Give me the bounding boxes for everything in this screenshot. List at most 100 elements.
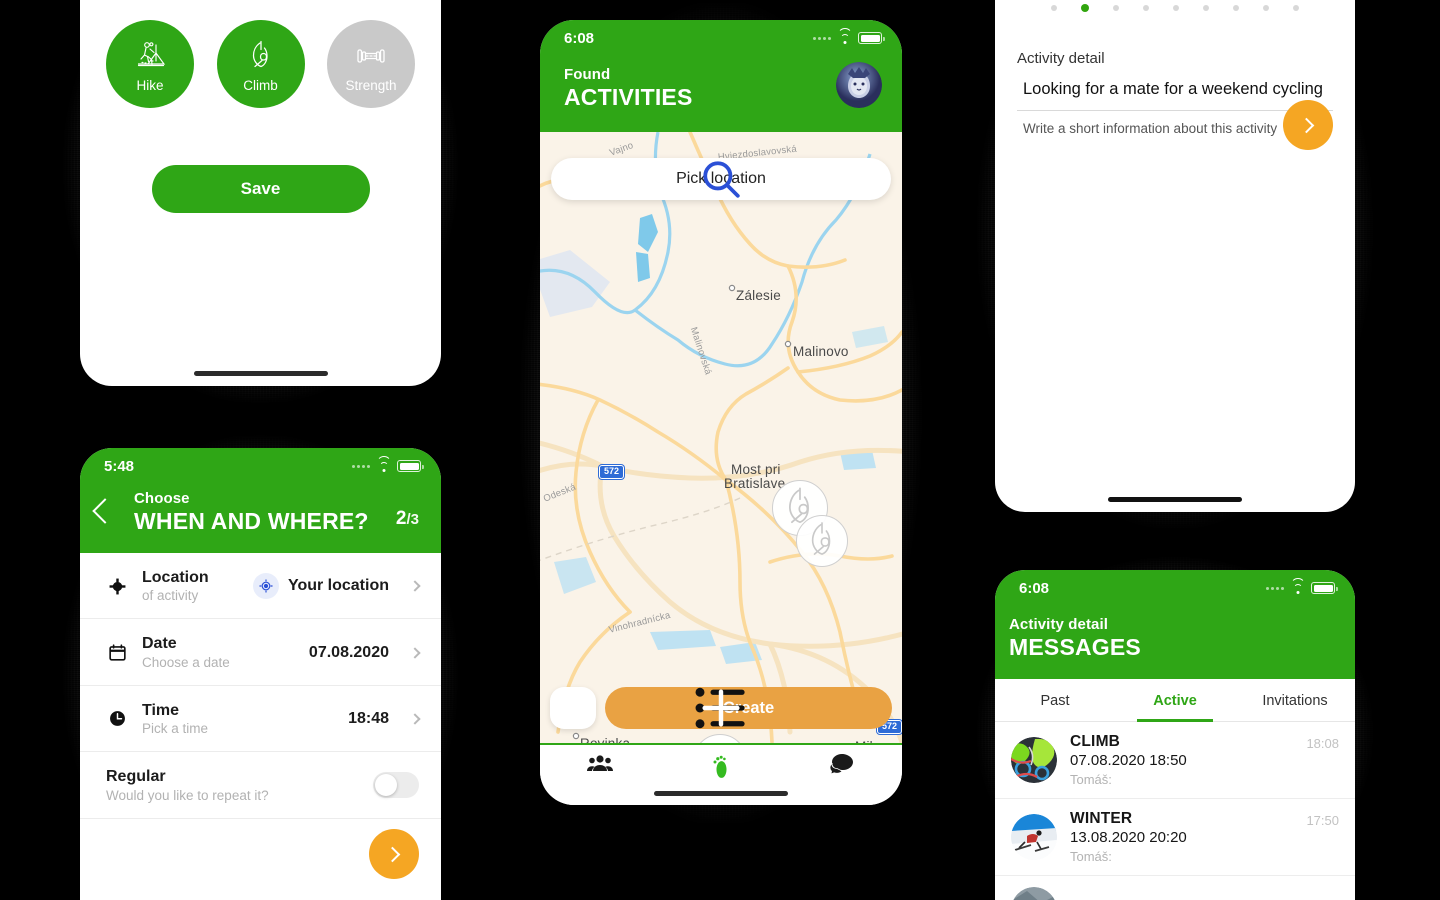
row-title: Regular — [106, 768, 166, 786]
message-sender: Tomáš: — [1070, 849, 1112, 864]
regular-toggle[interactable] — [373, 772, 419, 799]
plus-icon — [702, 689, 740, 727]
message-row[interactable]: CLIMB 07.08.2020 18:50 Tomáš: 18:08 — [995, 722, 1355, 799]
search-location-bar[interactable]: Pick location — [551, 158, 891, 200]
step-dot — [1233, 5, 1239, 11]
message-time: 18:08 — [1306, 736, 1339, 751]
map-action-bar: Create — [550, 687, 892, 729]
home-indicator — [1108, 497, 1242, 502]
row-regular[interactable]: Regular Would you like to repeat it? — [80, 752, 441, 819]
chevron-right-icon — [409, 713, 421, 725]
row-subtitle: Choose a date — [142, 654, 230, 670]
step-dot — [1081, 4, 1089, 12]
chevron-right-icon — [409, 580, 421, 592]
status-bar: 6:08 — [995, 570, 1355, 606]
category-label: Hike — [136, 77, 164, 93]
tab-active[interactable]: Active — [1115, 679, 1235, 722]
target-location-icon — [252, 573, 279, 600]
bike-photo — [1011, 887, 1057, 900]
map-canvas[interactable]: Vajno Hviezdoslavovská Zálesie Malinovská Ma… — [540, 132, 902, 743]
category-hike[interactable]: Hike — [106, 20, 194, 108]
status-time: 6:08 — [1019, 579, 1050, 597]
phone-when-and-where-screen: 5:48 Choose WHEN AND WHERE? 2/3 Location… — [80, 448, 441, 900]
save-button[interactable]: Save — [151, 165, 370, 213]
category-climb[interactable]: Climb — [216, 20, 305, 108]
message-sender: Tomáš: — [1070, 772, 1112, 787]
location-pin-icon — [106, 575, 128, 597]
status-time: 5:48 — [104, 457, 135, 475]
step-dot — [1293, 5, 1299, 11]
page-title: ACTIVITIES — [564, 84, 693, 110]
messages-header: 6:08 Activity detail MESSAGES — [995, 570, 1355, 679]
header-kicker: Found — [564, 66, 611, 83]
message-row[interactable]: BIKE — [995, 876, 1355, 900]
row-date[interactable]: Date Choose a date 07.08.2020 — [80, 619, 441, 686]
when-where-header: 5:48 Choose WHEN AND WHERE? 2/3 — [80, 448, 441, 553]
step-indicator: 2/3 — [396, 508, 419, 530]
battery-icon — [858, 32, 885, 44]
carabiner-icon — [811, 522, 831, 555]
messages-tabs: Past Active Invitations — [995, 679, 1355, 722]
map-marker-hike[interactable] — [693, 734, 747, 743]
message-title: CLIMB — [1070, 733, 1121, 750]
row-value: 18:48 — [348, 709, 389, 727]
road-shield: 572 — [599, 465, 625, 479]
step-current: 2 — [395, 508, 407, 529]
create-activity-button[interactable]: Create — [605, 687, 892, 729]
carabiner-icon — [252, 40, 268, 67]
hiker-icon — [137, 41, 166, 66]
chevron-right-icon — [384, 846, 400, 862]
tab-people[interactable] — [540, 754, 661, 772]
calendar-icon — [106, 642, 128, 664]
yeti-avatar[interactable] — [836, 62, 882, 108]
phone-categories-screen: Winter Water Racquet — [80, 0, 441, 386]
battery-icon — [1311, 582, 1338, 594]
next-arrow-button[interactable] — [369, 829, 419, 879]
step-dot — [1173, 5, 1179, 11]
next-arrow-button[interactable] — [1283, 100, 1333, 150]
row-subtitle: of activity — [142, 588, 199, 604]
search-icon[interactable] — [551, 158, 891, 200]
page-title: WHEN AND WHERE? — [134, 508, 369, 534]
chevron-right-icon — [1298, 117, 1314, 133]
category-strength[interactable]: Strength — [327, 20, 415, 108]
tab-messages[interactable] — [781, 754, 902, 776]
status-bar: 5:48 — [80, 448, 441, 484]
row-value: 07.08.2020 — [308, 643, 389, 661]
category-label: Climb — [243, 77, 278, 93]
step-dot — [1263, 5, 1269, 11]
step-dot — [1113, 5, 1119, 11]
row-subtitle: Pick a time — [142, 721, 209, 737]
dumbbell-icon — [357, 48, 385, 63]
chat-icon — [829, 754, 853, 775]
message-time: 17:50 — [1306, 813, 1339, 828]
activity-detail-label: Activity detail — [1017, 50, 1105, 67]
row-location[interactable]: Location of activity Your location — [80, 553, 441, 620]
phone-map-screen: 6:08 Found ACTIVITIES Vajno Hviezdoslavo… — [540, 20, 902, 805]
row-value: Your location — [287, 577, 389, 595]
home-indicator — [193, 371, 328, 376]
step-dots — [995, 0, 1355, 12]
map-shield-layer: 572 572 — [540, 132, 902, 743]
row-title: Location — [142, 569, 209, 586]
message-row[interactable]: WINTER 13.08.2020 20:20 Tomáš: 17:50 — [995, 799, 1355, 876]
message-date: 07.08.2020 18:50 — [1070, 752, 1187, 769]
header-kicker: Choose — [134, 490, 190, 507]
status-time: 6:08 — [564, 29, 595, 47]
tab-activities[interactable] — [661, 754, 782, 780]
footprint-icon — [713, 755, 727, 778]
chevron-right-icon — [409, 646, 421, 659]
map-marker-climb[interactable] — [796, 515, 848, 567]
phone-activity-detail-screen: Activity detail Write a short informatio… — [995, 0, 1355, 512]
activity-detail-input[interactable] — [1017, 67, 1333, 111]
wifi-icon — [376, 455, 391, 472]
page-title: MESSAGES — [1009, 634, 1141, 660]
people-icon — [587, 755, 614, 771]
tab-past[interactable]: Past — [995, 679, 1115, 721]
screenshot-stage: Winter Water Racquet — [0, 0, 1440, 900]
form-rows: Location of activity Your location Date — [80, 553, 441, 819]
tab-invitations[interactable]: Invitations — [1235, 679, 1355, 721]
step-dot — [1143, 5, 1149, 11]
message-date: 13.08.2020 20:20 — [1070, 829, 1187, 846]
row-time[interactable]: Time Pick a time 18:48 — [80, 686, 441, 753]
